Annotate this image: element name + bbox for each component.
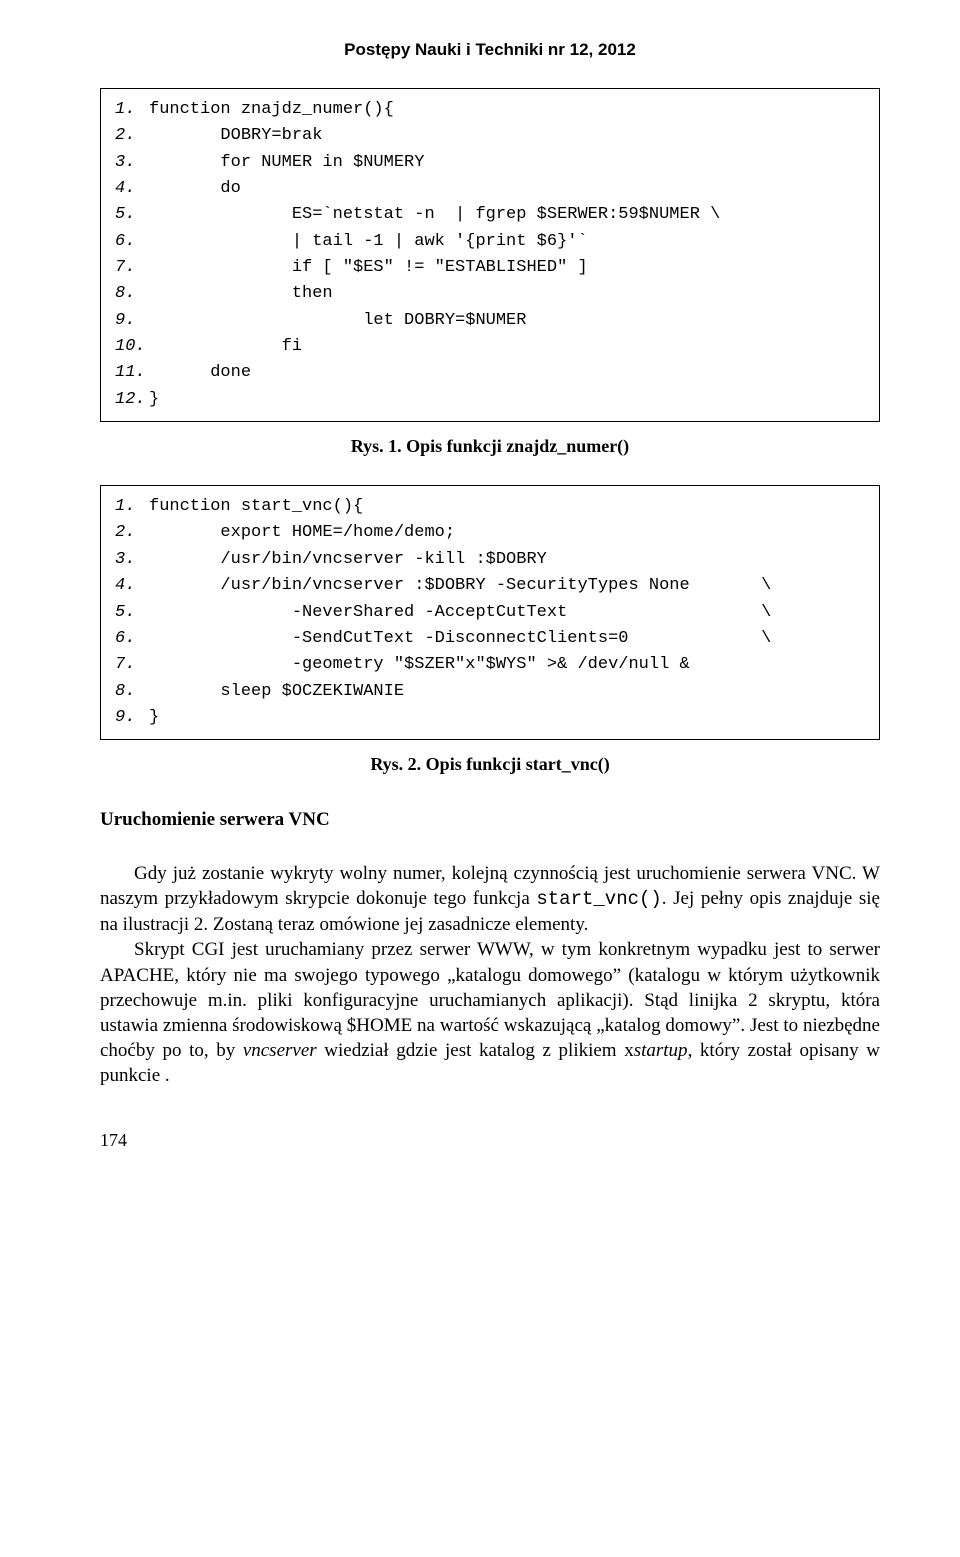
- code-text: -NeverShared -AcceptCutText \: [149, 603, 771, 622]
- code-listing-1: 1.function znajdz_numer(){2. DOBRY=brak3…: [100, 88, 880, 422]
- text-run: wiedział gdzie jest katalog z plikiem x: [317, 1040, 634, 1061]
- code-text: if [ "$ES" != "ESTABLISHED" ]: [149, 258, 588, 277]
- code-line: 6. -SendCutText -DisconnectClients=0 \: [115, 626, 865, 652]
- code-line: 8. then: [115, 281, 865, 307]
- code-text: | tail -1 | awk '{print $6}'`: [149, 232, 588, 251]
- code-line: 2. export HOME=/home/demo;: [115, 520, 865, 546]
- line-number: 7.: [115, 652, 149, 678]
- code-text: fi: [149, 337, 302, 356]
- line-number: 9.: [115, 705, 149, 731]
- code-listing-2: 1.function start_vnc(){2. export HOME=/h…: [100, 485, 880, 740]
- section-heading: Uruchomienie serwera VNC: [100, 809, 880, 831]
- body-text: Gdy już zostanie wykryty wolny numer, ko…: [100, 861, 880, 1088]
- line-number: 3.: [115, 547, 149, 573]
- line-number: 2.: [115, 123, 149, 149]
- code-line: 8. sleep $OCZEKIWANIE: [115, 679, 865, 705]
- code-line: 4. do: [115, 176, 865, 202]
- line-number: 8.: [115, 281, 149, 307]
- line-number: 6.: [115, 229, 149, 255]
- code-text: function start_vnc(){: [149, 497, 363, 516]
- paragraph-1: Gdy już zostanie wykryty wolny numer, ko…: [100, 861, 880, 937]
- figure-caption-1: Rys. 1. Opis funkcji znajdz_numer(): [100, 436, 880, 457]
- code-line: 3. for NUMER in $NUMERY: [115, 150, 865, 176]
- code-text: then: [149, 284, 333, 303]
- code-line: 12.}: [115, 387, 865, 413]
- italic-run: vncserver: [243, 1040, 317, 1061]
- line-number: 9.: [115, 308, 149, 334]
- code-inline: start_vnc(): [536, 888, 661, 910]
- code-text: done: [149, 363, 251, 382]
- line-number: 2.: [115, 520, 149, 546]
- line-number: 8.: [115, 679, 149, 705]
- code-text: -geometry "$SZER"x"$WYS" >& /dev/null &: [149, 655, 690, 674]
- code-line: 9.}: [115, 705, 865, 731]
- code-text: export HOME=/home/demo;: [149, 523, 455, 542]
- line-number: 4.: [115, 176, 149, 202]
- code-line: 9. let DOBRY=$NUMER: [115, 308, 865, 334]
- code-text: ES=`netstat -n | fgrep $SERWER:59$NUMER …: [149, 205, 720, 224]
- line-number: 11.: [115, 360, 149, 386]
- code-text: sleep $OCZEKIWANIE: [149, 682, 404, 701]
- code-line: 2. DOBRY=brak: [115, 123, 865, 149]
- code-line: 3. /usr/bin/vncserver -kill :$DOBRY: [115, 547, 865, 573]
- code-line: 7. if [ "$ES" != "ESTABLISHED" ]: [115, 255, 865, 281]
- page-number: 174: [100, 1130, 880, 1151]
- code-line: 7. -geometry "$SZER"x"$WYS" >& /dev/null…: [115, 652, 865, 678]
- code-text: for NUMER in $NUMERY: [149, 153, 424, 172]
- line-number: 3.: [115, 150, 149, 176]
- paragraph-2: Skrypt CGI jest uruchamiany przez serwer…: [100, 937, 880, 1087]
- code-text: }: [149, 708, 159, 727]
- line-number: 12.: [115, 387, 149, 413]
- code-text: -SendCutText -DisconnectClients=0 \: [149, 629, 771, 648]
- line-number: 5.: [115, 202, 149, 228]
- code-line: 5. ES=`netstat -n | fgrep $SERWER:59$NUM…: [115, 202, 865, 228]
- code-text: /usr/bin/vncserver :$DOBRY -SecurityType…: [149, 576, 771, 595]
- code-line: 1.function start_vnc(){: [115, 494, 865, 520]
- code-line: 5. -NeverShared -AcceptCutText \: [115, 600, 865, 626]
- header-text: Postępy Nauki i Techniki nr 12, 2012: [344, 40, 636, 59]
- code-line: 4. /usr/bin/vncserver :$DOBRY -SecurityT…: [115, 573, 865, 599]
- page-header: Postępy Nauki i Techniki nr 12, 2012: [100, 40, 880, 60]
- code-text: do: [149, 179, 241, 198]
- italic-run: startup: [634, 1040, 688, 1061]
- line-number: 7.: [115, 255, 149, 281]
- code-text: let DOBRY=$NUMER: [149, 311, 526, 330]
- line-number: 1.: [115, 494, 149, 520]
- code-text: }: [149, 390, 159, 409]
- code-line: 10. fi: [115, 334, 865, 360]
- line-number: 5.: [115, 600, 149, 626]
- line-number: 6.: [115, 626, 149, 652]
- code-text: /usr/bin/vncserver -kill :$DOBRY: [149, 550, 547, 569]
- line-number: 10.: [115, 334, 149, 360]
- code-line: 11. done: [115, 360, 865, 386]
- line-number: 4.: [115, 573, 149, 599]
- line-number: 1.: [115, 97, 149, 123]
- code-line: 1.function znajdz_numer(){: [115, 97, 865, 123]
- code-line: 6. | tail -1 | awk '{print $6}'`: [115, 229, 865, 255]
- figure-caption-2: Rys. 2. Opis funkcji start_vnc(): [100, 754, 880, 775]
- code-text: function znajdz_numer(){: [149, 100, 394, 119]
- code-text: DOBRY=brak: [149, 126, 322, 145]
